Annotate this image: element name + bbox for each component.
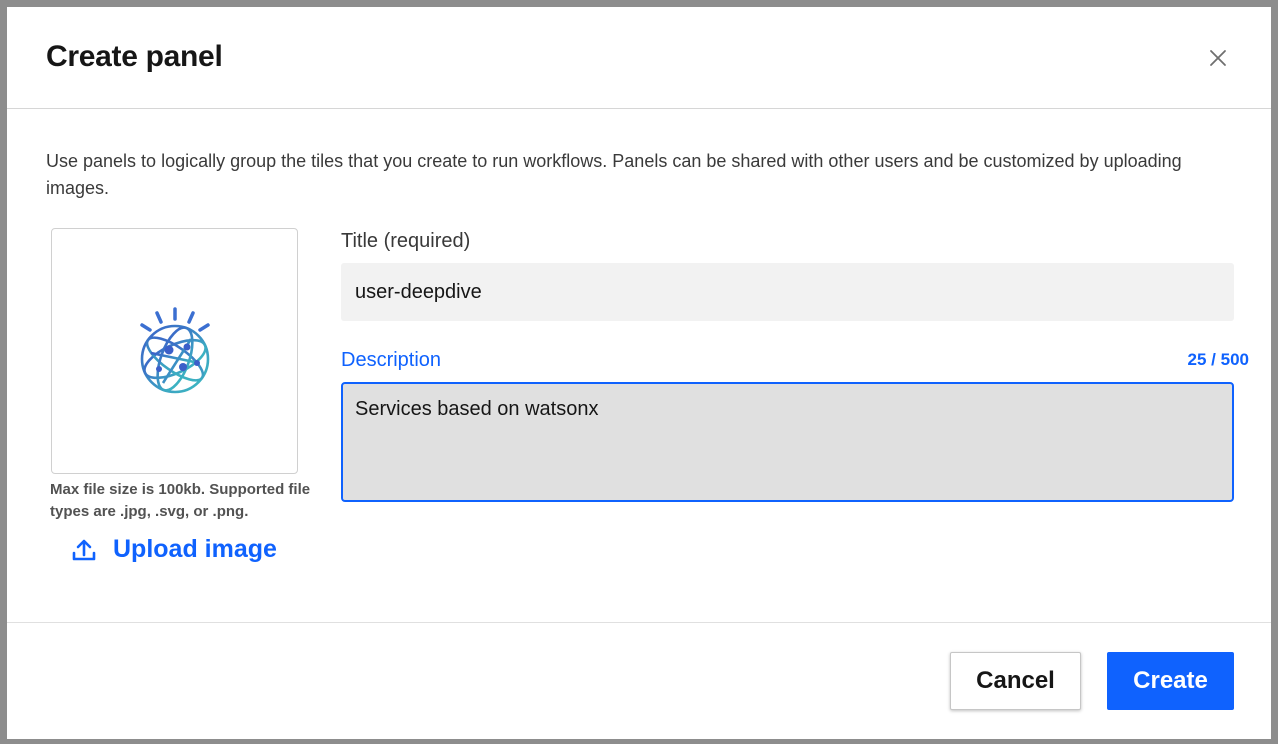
description-label: Description <box>341 349 442 371</box>
upload-icon <box>72 539 96 560</box>
close-icon <box>1210 50 1226 66</box>
intro-text: Use panels to logically group the tiles … <box>46 151 1182 198</box>
modal-title: Create panel <box>46 40 223 73</box>
description-textarea[interactable]: Services based on watsonx <box>341 382 1234 502</box>
header-divider <box>7 108 1271 109</box>
file-size-note: Max file size is 100kb. Supported file t… <box>50 481 311 520</box>
title-input[interactable] <box>341 263 1234 321</box>
upload-image-label: Upload image <box>113 535 277 563</box>
watson-globe-icon <box>139 307 210 394</box>
create-button[interactable]: Create <box>1107 652 1234 710</box>
upload-image-button[interactable]: Upload image <box>71 535 277 564</box>
title-label: Title (required) <box>341 230 471 252</box>
close-button[interactable] <box>1204 44 1232 72</box>
footer-divider <box>7 622 1271 623</box>
create-panel-modal: Create panel Use panels to logically gro… <box>7 7 1271 739</box>
cancel-button[interactable]: Cancel <box>950 652 1081 710</box>
description-char-counter: 25 / 500 <box>1187 350 1249 369</box>
image-preview <box>51 228 298 474</box>
